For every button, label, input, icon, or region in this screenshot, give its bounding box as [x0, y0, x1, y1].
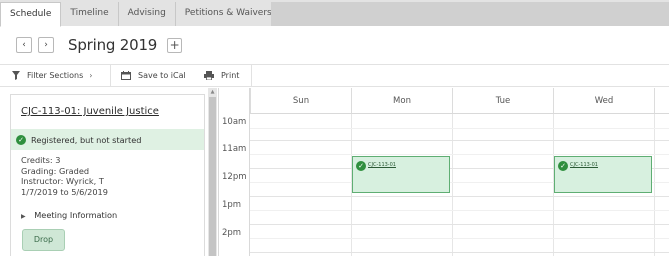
filter-sections-label: Filter Sections	[27, 71, 84, 80]
instructor-text: Instructor: Wyrick, T	[21, 176, 104, 186]
caret-right-icon: ▶	[21, 213, 26, 220]
toolbar-divider	[110, 65, 111, 86]
week-calendar: Sun Mon Tue Wed 10am 11am 12pm 1pm 2pm ✓…	[218, 88, 669, 256]
meeting-information-toggle[interactable]: ▶ Meeting Information	[21, 210, 117, 220]
save-to-ical-label: Save to iCal	[138, 71, 186, 80]
filter-sections-button[interactable]: Filter Sections ›	[12, 65, 92, 86]
tab-timeline[interactable]: Timeline	[61, 2, 119, 26]
time-label: 12pm	[222, 172, 247, 182]
calendar-event-mon[interactable]: ✓ CJC-113-01	[352, 156, 450, 193]
day-divider	[654, 114, 655, 256]
scroll-up-icon[interactable]: ▲	[208, 88, 217, 96]
day-header-wed: Wed	[553, 88, 654, 114]
date-range-text: 1/7/2019 to 5/6/2019	[21, 186, 108, 197]
status-banner: ✓ Registered, but not started	[11, 129, 204, 150]
time-label: 2pm	[222, 228, 242, 238]
drop-button[interactable]: Drop	[22, 229, 65, 251]
half-hour-line	[250, 210, 669, 211]
tab-schedule[interactable]: Schedule	[0, 2, 62, 27]
check-circle-icon: ✓	[558, 161, 568, 171]
grading-text: Grading: Graded	[21, 165, 90, 176]
panel-scrollbar[interactable]: ▲	[208, 88, 217, 256]
event-course-link[interactable]: CJC-113-01	[368, 162, 396, 168]
day-header-mon: Mon	[351, 88, 452, 114]
check-circle-icon: ✓	[16, 134, 26, 145]
meeting-information-label: Meeting Information	[34, 210, 118, 220]
save-to-ical-button[interactable]: Save to iCal	[121, 65, 186, 86]
next-term-button[interactable]: ›	[38, 37, 54, 53]
time-label: 1pm	[222, 200, 242, 210]
printer-icon	[204, 71, 214, 80]
calendar-icon	[121, 71, 131, 80]
day-header-tue: Tue	[452, 88, 553, 114]
calendar-event-wed[interactable]: ✓ CJC-113-01	[554, 156, 652, 193]
scrollbar-thumb[interactable]	[209, 97, 216, 256]
day-header-sun: Sun	[250, 88, 351, 114]
hour-line	[250, 140, 669, 141]
toolbar: Filter Sections › Save to iCal Print	[0, 64, 669, 87]
tab-bar-filler	[271, 2, 669, 26]
filter-icon	[12, 71, 20, 80]
previous-term-button[interactable]: ‹	[16, 37, 32, 53]
chevron-right-icon: ›	[89, 71, 93, 80]
time-label: 10am	[222, 117, 247, 127]
app-page: Schedule Timeline Advising Petitions & W…	[0, 0, 669, 256]
half-hour-line	[250, 238, 669, 239]
tab-bar: Schedule Timeline Advising Petitions & W…	[0, 0, 669, 27]
course-details: Credits: 3 Grading: Graded Instructor: W…	[21, 155, 108, 197]
print-button[interactable]: Print	[204, 65, 239, 86]
credits-text: Credits: 3	[21, 155, 61, 165]
status-text: Registered, but not started	[31, 134, 142, 145]
hour-line	[250, 252, 669, 253]
half-hour-line	[250, 128, 669, 129]
time-label: 11am	[222, 144, 247, 154]
hour-line	[250, 224, 669, 225]
tab-advising[interactable]: Advising	[118, 2, 176, 26]
add-term-button[interactable]: +	[167, 37, 183, 53]
check-circle-icon: ✓	[356, 161, 366, 171]
tab-petitions-waivers[interactable]: Petitions & Waivers	[175, 2, 282, 26]
term-title: Spring 2019	[68, 36, 158, 54]
half-hour-line	[250, 154, 669, 155]
print-label: Print	[221, 71, 240, 80]
course-card: CJC-113-01: Juvenile Justice ✓ Registere…	[10, 94, 205, 256]
event-course-link[interactable]: CJC-113-01	[570, 162, 598, 168]
toolbar-divider	[251, 65, 252, 86]
course-title-link[interactable]: CJC-113-01: Juvenile Justice	[21, 106, 159, 117]
day-header-overflow	[654, 88, 669, 114]
term-header: ‹ › Spring 2019 +	[16, 36, 183, 54]
hour-line	[250, 196, 669, 197]
day-divider	[452, 114, 453, 256]
